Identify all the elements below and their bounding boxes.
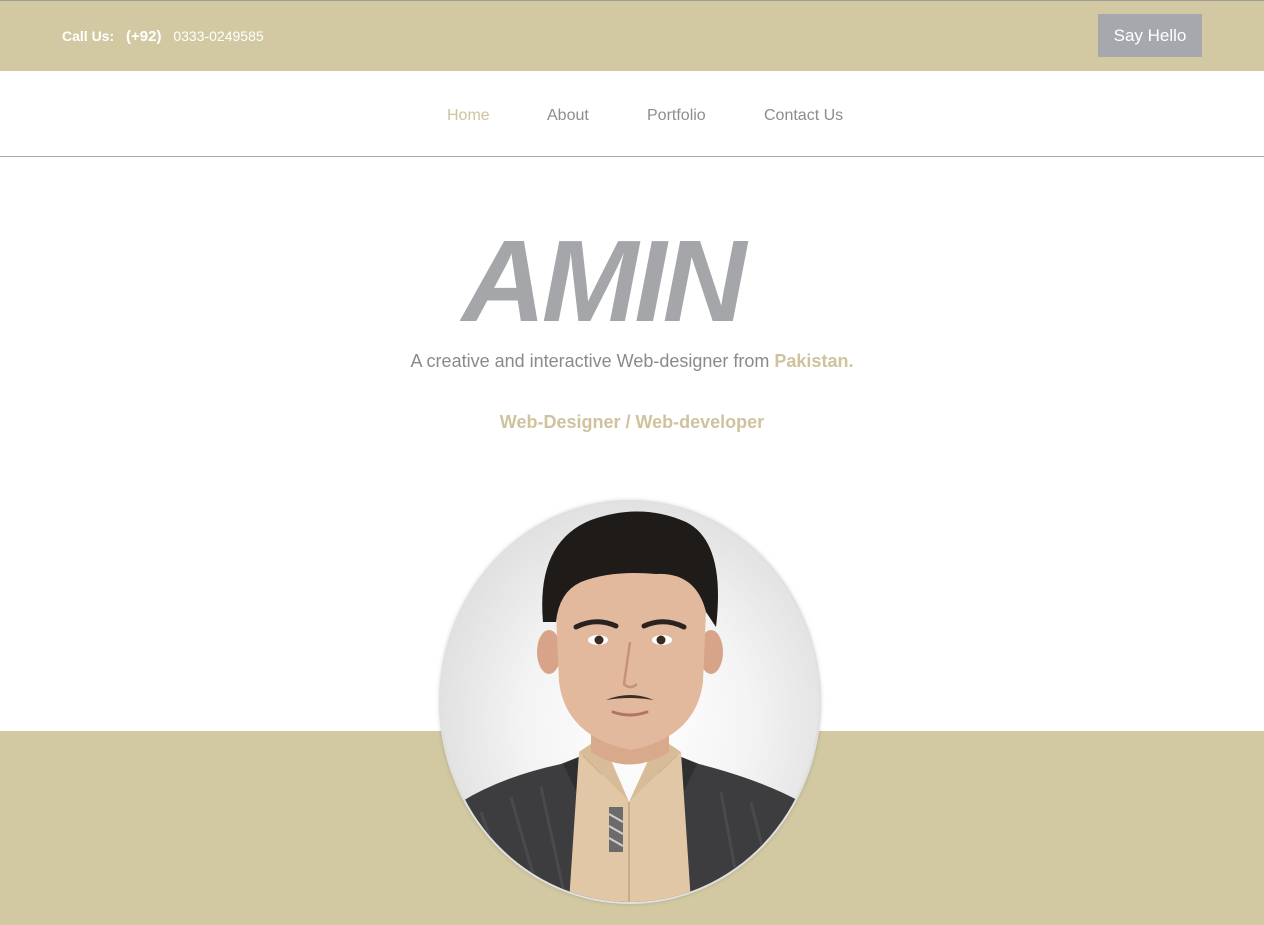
top-bar: Call Us: (+92) 0333-0249585 Say Hello	[0, 0, 1264, 71]
nav-item-portfolio[interactable]: Portfolio	[647, 107, 706, 125]
main-nav: Home About Portfolio Contact Us	[0, 71, 1264, 157]
role-title: Web-Designer / Web-developer	[0, 412, 1264, 433]
profile-photo-icon	[441, 502, 819, 902]
say-hello-button[interactable]: Say Hello	[1098, 14, 1202, 57]
tagline-text: A creative and interactive Web-designer …	[411, 351, 770, 371]
nav-item-about[interactable]: About	[547, 107, 589, 125]
country-code: (+92)	[126, 28, 161, 45]
tagline-highlight: Pakistan.	[774, 351, 853, 371]
profile-photo	[441, 502, 819, 902]
page: Call Us: (+92) 0333-0249585 Say Hello Ho…	[0, 0, 1264, 925]
call-label: Call Us:	[62, 28, 114, 44]
logo-text: AMIN	[460, 236, 749, 326]
call-info: Call Us: (+92) 0333-0249585	[62, 28, 264, 45]
nav-item-contact-us[interactable]: Contact Us	[764, 107, 843, 125]
site-logo: AMIN	[460, 236, 800, 326]
nav-item-home[interactable]: Home	[447, 107, 490, 125]
phone-number[interactable]: 0333-0249585	[173, 28, 263, 44]
tagline: A creative and interactive Web-designer …	[0, 351, 1264, 372]
